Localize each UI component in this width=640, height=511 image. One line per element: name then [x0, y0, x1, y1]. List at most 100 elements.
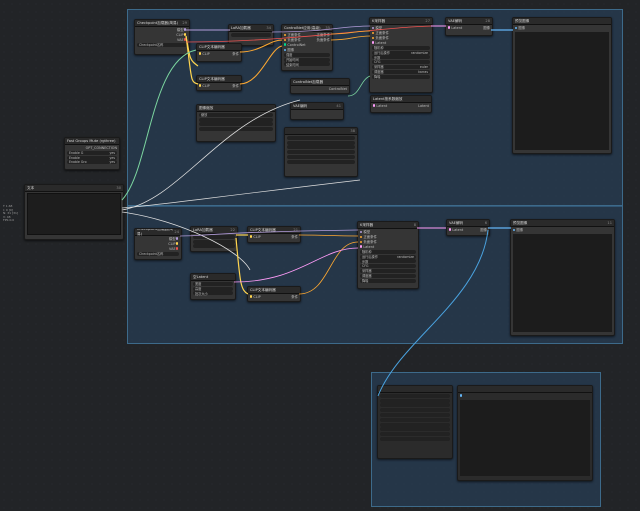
setting-widget[interactable]: [380, 432, 450, 437]
widget-label: 步数: [374, 55, 381, 60]
node-header[interactable]: 图像缩放: [197, 105, 275, 112]
model-port[interactable]: [183, 28, 186, 31]
toggle-widget[interactable]: Enable yes: [67, 155, 117, 160]
vae-encode-node[interactable]: VAE编码 41: [290, 102, 344, 120]
setting-widget[interactable]: [380, 403, 450, 408]
setting-widget[interactable]: [380, 408, 450, 413]
node-header[interactable]: K采样器 27: [370, 18, 432, 25]
number-widget[interactable]: 缩放: [199, 112, 273, 117]
node-header[interactable]: [458, 386, 592, 393]
checkpoint-select[interactable]: Checkpoint名称: [137, 251, 179, 256]
checkpoint-select[interactable]: Checkpoint名称: [137, 42, 187, 47]
vae-port[interactable]: [175, 247, 178, 250]
preview-image-node[interactable]: 预览图像 图像: [512, 17, 612, 154]
number-widget[interactable]: [287, 150, 355, 155]
setting-widget[interactable]: [380, 427, 450, 432]
batch-size-widget[interactable]: 批次大小: [193, 291, 233, 296]
clip-text-encode-positive[interactable]: CLIP文本编码器 21 CLIP 条件: [247, 226, 301, 243]
node-header[interactable]: CLIP文本编码器: [248, 287, 300, 294]
node-header[interactable]: 空Latent: [191, 274, 235, 281]
setting-widget[interactable]: [380, 412, 450, 417]
steps-widget[interactable]: 步数: [360, 259, 416, 264]
ksampler-node[interactable]: K采样器 8 模型 正面条件 负面条件 Latent 随机种 运行后操作 rando…: [357, 221, 419, 289]
output-node[interactable]: [457, 385, 593, 481]
vae-port[interactable]: [183, 38, 186, 41]
node-header[interactable]: [378, 386, 452, 393]
setting-widget[interactable]: [380, 436, 450, 441]
control-after-generate-widget[interactable]: 运行后操作 randomize: [372, 50, 430, 55]
node-header[interactable]: CLIP文本编码器: [197, 44, 241, 51]
preview-image-node[interactable]: 预览图像 11 图像: [510, 219, 615, 336]
model-port[interactable]: [175, 237, 178, 240]
node-header[interactable]: VAE解码 6: [447, 220, 489, 227]
node-title: CLIP文本编码器: [250, 227, 276, 232]
io-row: Latent: [358, 244, 418, 249]
node-header[interactable]: K采样器 8: [358, 222, 418, 229]
number-widget[interactable]: [287, 145, 355, 150]
clip-text-encode-negative[interactable]: CLIP文本编码器 CLIP 条件: [196, 75, 242, 91]
vae-decode-node[interactable]: VAE解码 28 Latent 图像: [445, 17, 493, 36]
clip-port[interactable]: [183, 33, 186, 36]
denoise-widget[interactable]: 降噪: [372, 74, 430, 79]
node-header[interactable]: LoRA加载器 34: [229, 25, 273, 32]
steps-widget[interactable]: 步数: [372, 55, 430, 60]
empty-latent-node[interactable]: 空Latent 宽度 高度 批次大小: [190, 273, 236, 300]
settings-node[interactable]: [377, 385, 453, 459]
clip-text-encode-positive[interactable]: CLIP文本编码器 CLIP 条件: [196, 43, 242, 62]
setting-widget[interactable]: [380, 417, 450, 422]
image-scale-node[interactable]: 图像缩放 缩放: [196, 104, 276, 142]
node-header[interactable]: CLIP文本编码器 21: [248, 227, 300, 234]
node-header[interactable]: ControlNet应用(高级) 35: [282, 25, 332, 32]
number-widget[interactable]: [287, 140, 355, 145]
number-widget[interactable]: [199, 117, 273, 122]
clip-port[interactable]: [175, 242, 178, 245]
node-header[interactable]: Fast Groups Mute (rgthree): [65, 138, 119, 145]
number-widget[interactable]: [287, 154, 355, 159]
node-header[interactable]: Latent按系数缩放: [371, 96, 431, 103]
ksampler-node[interactable]: K采样器 27 模型 正面条件 负面条件 Latent 随机种 运行后操作 rand…: [369, 17, 433, 93]
number-widget[interactable]: [199, 127, 273, 132]
toggle-widget[interactable]: Enable Gro yes: [67, 160, 117, 165]
number-widget[interactable]: [193, 239, 235, 244]
lora-select[interactable]: [231, 32, 271, 37]
output-row: VAE: [135, 37, 189, 42]
node-header[interactable]: VAE编码 41: [291, 103, 343, 110]
node-header[interactable]: 文本 30: [25, 185, 123, 192]
number-widget[interactable]: [287, 135, 355, 140]
node-header[interactable]: 预览图像: [513, 18, 611, 25]
fast-groups-mute-node[interactable]: Fast Groups Mute (rgthree) OPT_CONNECTIO…: [64, 137, 120, 170]
number-widget[interactable]: 结束时间: [284, 62, 330, 67]
node-header[interactable]: 预览图像 11: [511, 220, 614, 227]
number-widget[interactable]: [287, 159, 355, 164]
scheduler-widget[interactable]: 调度器: [360, 273, 416, 278]
setting-widget[interactable]: [380, 398, 450, 403]
image-port[interactable]: [460, 394, 463, 397]
text-area[interactable]: [27, 193, 121, 235]
text-input-node[interactable]: 文本 30: [24, 184, 124, 240]
node-header[interactable]: 38: [285, 128, 357, 135]
control-after-generate-widget[interactable]: 运行后操作 randomize: [360, 254, 416, 259]
controlnet-loader-node[interactable]: ControlNet加载器 ControlNet: [290, 78, 350, 94]
setting-widget[interactable]: [380, 422, 450, 427]
node-header[interactable]: Checkpoint加载器(简易) 29: [135, 20, 189, 27]
checkpoint-loader-node[interactable]: Checkpoint加载器(简易) 24 模型 CLIP VAE Checkpoi…: [134, 228, 182, 260]
scheduler-widget[interactable]: 调度器 karras: [372, 69, 430, 74]
output-label: VAE: [177, 37, 184, 42]
settings-node-38[interactable]: 38: [284, 127, 358, 177]
node-header[interactable]: ControlNet加载器: [291, 79, 349, 86]
lora-select[interactable]: [193, 234, 235, 239]
number-widget[interactable]: [199, 122, 273, 127]
controlnet-apply-node[interactable]: ControlNet应用(高级) 35 正面条件 正面条件 负面条件 负面条件 Con…: [281, 24, 333, 71]
vae-decode-node[interactable]: VAE解码 6 Latent 图像: [446, 219, 490, 236]
latent-upscale-node[interactable]: Latent按系数缩放 Latent Latent: [370, 95, 432, 113]
denoise-widget[interactable]: 降噪: [360, 278, 416, 283]
number-widget[interactable]: [193, 244, 235, 249]
node-header[interactable]: VAE解码 28: [446, 18, 492, 25]
setting-widget[interactable]: [380, 393, 450, 398]
toggle-widget[interactable]: Enable G yes: [67, 150, 117, 155]
node-header[interactable]: CLIP文本编码器: [197, 76, 241, 83]
checkpoint-loader-node[interactable]: Checkpoint加载器(简易) 29 模型 CLIP VAE Checkpoi…: [134, 19, 190, 55]
node-header[interactable]: LoRA加载器 22: [191, 227, 237, 234]
node-header[interactable]: Checkpoint加载器(简易) 24: [135, 229, 181, 236]
lora-loader-node[interactable]: LoRA加载器 22: [190, 226, 238, 252]
